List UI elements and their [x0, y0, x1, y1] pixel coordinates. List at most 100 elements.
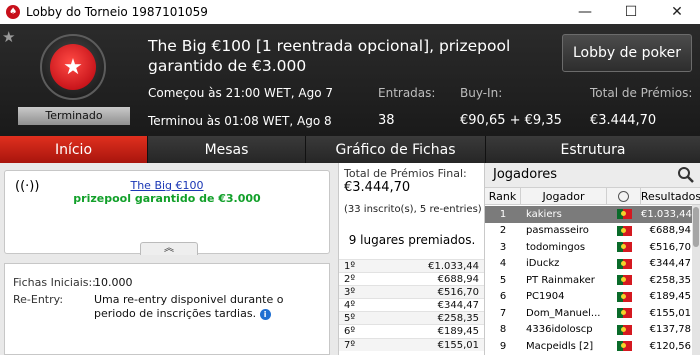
table-row[interactable]: 7 Dom_Manuel... €155,01 [485, 305, 700, 322]
col-results[interactable]: Resultados [641, 188, 700, 204]
table-row[interactable]: 3 todomingos €516,70 [485, 239, 700, 256]
maximize-button[interactable]: ☐ [608, 0, 654, 24]
search-icon[interactable] [677, 166, 695, 184]
tournament-header: ★ ★ Terminado The Big €100 [1 reentrada … [0, 24, 700, 136]
player-rank: 7 [499, 307, 507, 319]
start-time: Começou às 21:00 WET, Ago 7 [148, 86, 333, 100]
portugal-flag-icon [616, 258, 632, 269]
tab-inicio[interactable]: Início [0, 136, 148, 163]
entries-value: 38 [378, 113, 395, 128]
player-name: todomingos [526, 241, 586, 253]
country-flag [607, 209, 641, 220]
payout-row: 4º €344,47 [339, 298, 485, 311]
tab-estrutura[interactable]: Estrutura [486, 136, 700, 163]
buyin-label: Buy-In: [460, 86, 503, 100]
tournament-link[interactable]: The Big €100 [5, 179, 329, 192]
player-rank: 3 [499, 241, 507, 253]
table-row[interactable]: 6 PC1904 €189,45 [485, 289, 700, 306]
payout-place: 3º [344, 287, 356, 299]
poker-lobby-button[interactable]: Lobby de poker [562, 34, 692, 72]
player-result: €189,45 [649, 291, 691, 303]
country-flag [607, 341, 641, 352]
tournament-info-box: ((·)) The Big €100 prizepool garantido d… [4, 170, 330, 255]
table-row[interactable]: 4 iDuckz €344,47 [485, 256, 700, 273]
app-logo-icon: ♠ [6, 5, 20, 19]
payout-row: 5º €258,35 [339, 311, 485, 325]
player-name: pasmasseiro [526, 225, 589, 237]
paid-places: 9 lugares premiados. [348, 233, 476, 247]
payout-row: 2º €688,94 [339, 272, 485, 285]
starting-chips-label: Fichas Iniciais:: [13, 276, 96, 289]
lobby-tabs: Início Mesas Gráfico de Fichas Estrutura [0, 136, 700, 163]
tab-grafico-de-fichas[interactable]: Gráfico de Fichas [306, 136, 486, 163]
portugal-flag-icon [616, 275, 632, 286]
col-player[interactable]: Jogador [521, 188, 607, 204]
globe-icon [618, 190, 629, 202]
entries-label: Entradas: [378, 86, 436, 100]
player-name: kakiers [526, 208, 562, 220]
prize-panel: Total de Prémios Final: €3.444,70 (33 in… [338, 163, 485, 355]
country-flag [607, 225, 641, 236]
buyin-value: €90,65 + €9,35 [460, 113, 562, 128]
tab-mesas[interactable]: Mesas [148, 136, 306, 163]
minimize-button[interactable]: — [562, 0, 608, 24]
table-row[interactable]: 9 Macpeidls [2] €120,56 [485, 338, 700, 355]
country-flag [607, 291, 641, 302]
col-rank[interactable]: Rank [485, 188, 521, 204]
payout-list: 1º €1.033,44 2º €688,94 3º €516,70 4º €344,4… [339, 259, 485, 351]
country-flag [607, 242, 641, 253]
info-icon[interactable]: i [259, 308, 271, 320]
final-prize-value: €3.444,70 [344, 180, 411, 195]
player-rank: 6 [499, 291, 507, 303]
player-result: €258,35 [649, 274, 691, 286]
table-row[interactable]: 1 kakiers €1.033,44 [485, 206, 700, 223]
country-flag [607, 275, 641, 286]
player-rank: 5 [499, 274, 507, 286]
portugal-flag-icon [616, 341, 632, 352]
players-column-headers: Rank Jogador Resultados [485, 187, 700, 205]
payout-row: 1º €1.033,44 [339, 259, 485, 273]
player-rank: 2 [499, 225, 507, 237]
portugal-flag-icon [616, 242, 632, 253]
player-name: 4336idoloscp [526, 324, 593, 336]
player-rank: 8 [499, 324, 507, 336]
player-result: €137,78 [649, 324, 691, 336]
payout-amount: €1.033,44 [428, 261, 479, 272]
window-title: Lobby do Torneio 1987101059 [26, 5, 208, 19]
expand-chevron-icon[interactable]: ︽ [140, 242, 198, 255]
player-name: Dom_Manuel... [526, 307, 601, 319]
spade-star-icon: ★ [50, 44, 96, 90]
portugal-flag-icon [616, 308, 632, 319]
reentry-description: Uma re-entry disponivel durante o period… [94, 293, 326, 321]
player-result: €155,01 [649, 307, 691, 319]
guarantee-text: prizepool garantido de €3.000 [73, 192, 261, 205]
player-result: €120,56 [649, 340, 691, 352]
players-scrollbar[interactable] [692, 205, 700, 355]
portugal-flag-icon [616, 225, 632, 236]
payout-amount: €344,47 [437, 300, 479, 312]
country-flag [607, 324, 641, 335]
table-row[interactable]: 2 pasmasseiro €688,94 [485, 223, 700, 240]
title-bar: ♠ Lobby do Torneio 1987101059 — ☐ ✕ [0, 0, 700, 24]
table-row[interactable]: 5 PT Rainmaker €258,35 [485, 272, 700, 289]
reentry-label: Re-Entry: [13, 293, 64, 306]
players-list: 1 kakiers €1.033,44 2 pasmasseiro €688,94 3 t… [485, 206, 700, 355]
player-rank: 9 [499, 340, 507, 352]
col-country[interactable] [607, 188, 641, 204]
players-header: Jogadores [485, 163, 700, 187]
player-result: €688,94 [649, 225, 691, 237]
table-row[interactable]: 8 4336idoloscp €137,78 [485, 322, 700, 339]
player-rank: 4 [499, 258, 507, 270]
favorite-star-icon[interactable]: ★ [2, 28, 15, 46]
payout-amount: €688,94 [437, 274, 479, 286]
player-name: PC1904 [526, 291, 565, 303]
payout-place: 2º [344, 274, 356, 286]
player-name: PT Rainmaker [526, 274, 595, 286]
payout-amount: €189,45 [437, 326, 479, 338]
close-button[interactable]: ✕ [654, 0, 700, 24]
portugal-flag-icon [616, 324, 632, 335]
player-result: €516,70 [649, 241, 691, 253]
scroll-thumb[interactable] [693, 207, 699, 247]
payout-place: 6º [344, 326, 356, 338]
payout-row: 3º €516,70 [339, 285, 485, 299]
